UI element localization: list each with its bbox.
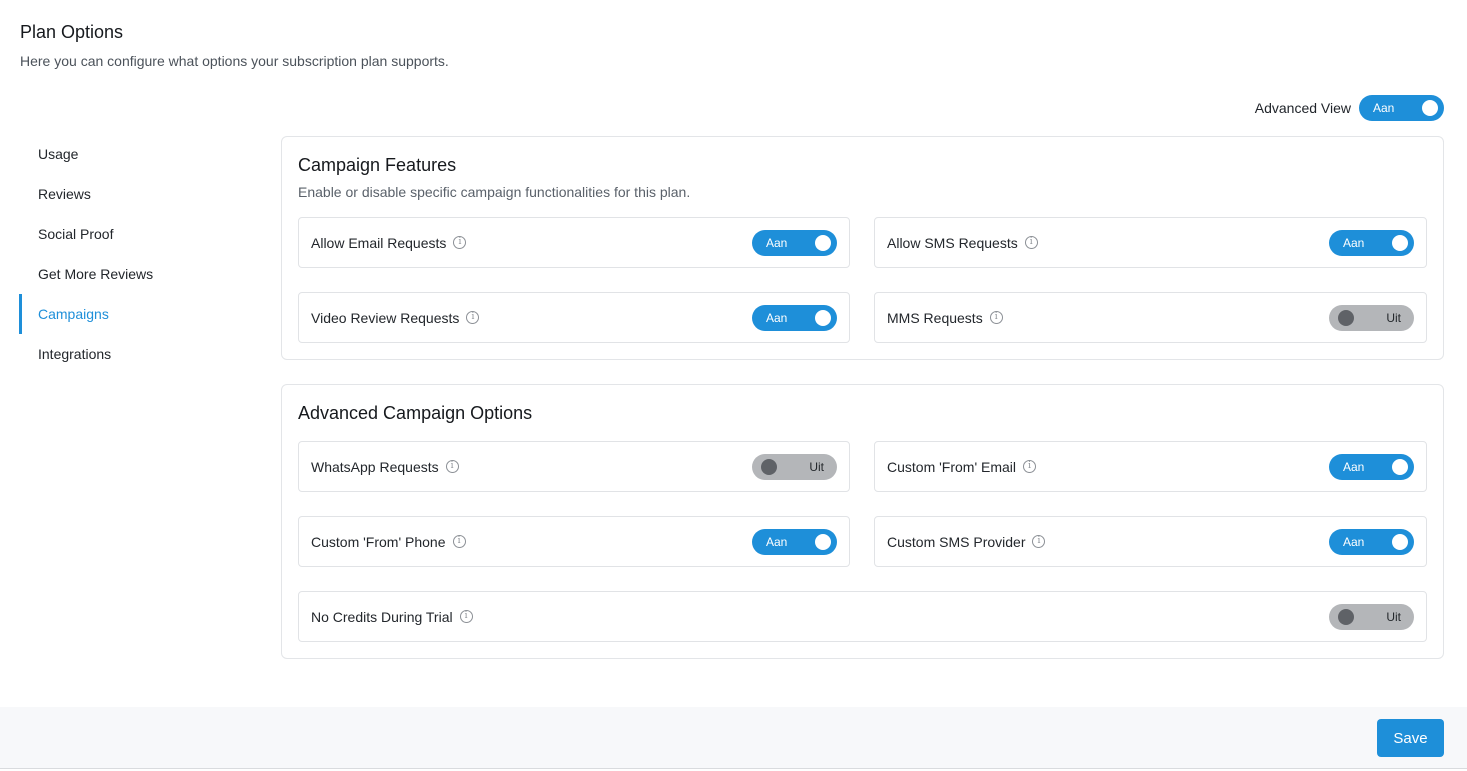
option-label: Allow SMS Requests xyxy=(887,234,1018,251)
option-label: No Credits During Trial xyxy=(311,608,453,625)
option-label: Custom 'From' Email xyxy=(887,458,1017,475)
info-icon[interactable]: i xyxy=(1023,460,1037,473)
custom-from-phone-toggle[interactable]: Aan xyxy=(752,528,837,555)
option-allow-sms-requests: Allow SMS Requests i Aan xyxy=(874,217,1427,268)
toggle-state-label: Uit xyxy=(809,459,824,474)
option-custom-from-phone: Custom 'From' Phone i Aan xyxy=(298,516,850,567)
custom-from-email-toggle[interactable]: Aan xyxy=(1329,453,1414,480)
option-no-credits-during-trial: No Credits During Trial i Uit xyxy=(298,591,1427,642)
toggle-state-label: Aan xyxy=(766,235,788,250)
info-icon[interactable]: i xyxy=(445,460,459,473)
option-custom-from-email: Custom 'From' Email i Aan xyxy=(874,441,1427,492)
page-subtitle: Here you can configure what options your… xyxy=(20,53,449,69)
advanced-view-label: Advanced View xyxy=(1254,100,1351,116)
toggle-knob xyxy=(761,458,777,475)
custom-sms-provider-toggle[interactable]: Aan xyxy=(1329,528,1414,555)
advanced-view-control: Advanced View Aan xyxy=(1255,95,1444,121)
page-title: Plan Options xyxy=(20,22,124,42)
info-icon[interactable]: i xyxy=(1032,535,1046,548)
toggle-state-label: Aan xyxy=(1373,101,1395,115)
sidebar-item-get-more-reviews[interactable]: Get More Reviews xyxy=(19,254,240,294)
sidebar-item-social-proof[interactable]: Social Proof xyxy=(19,214,240,254)
info-icon[interactable]: i xyxy=(989,311,1003,324)
toggle-knob xyxy=(1392,234,1408,251)
toggle-state-label: Aan xyxy=(1343,459,1365,474)
toggle-knob xyxy=(815,533,831,550)
option-label: MMS Requests xyxy=(887,309,983,326)
campaign-features-card: Campaign Features Enable or disable spec… xyxy=(281,136,1444,360)
advanced-view-toggle[interactable]: Aan xyxy=(1359,95,1444,121)
info-icon[interactable]: i xyxy=(452,535,466,548)
sidebar-nav: Usage Reviews Social Proof Get More Revi… xyxy=(19,134,240,374)
info-icon[interactable]: i xyxy=(459,610,473,623)
sidebar-item-usage[interactable]: Usage xyxy=(19,134,240,174)
option-video-review-requests: Video Review Requests i Aan xyxy=(298,292,850,343)
mms-requests-toggle[interactable]: Uit xyxy=(1329,304,1414,331)
whatsapp-requests-toggle[interactable]: Uit xyxy=(752,453,837,480)
toggle-state-label: Aan xyxy=(1343,235,1365,250)
allow-email-requests-toggle[interactable]: Aan xyxy=(752,229,837,256)
toggle-state-label: Aan xyxy=(766,534,788,549)
option-label: WhatsApp Requests xyxy=(311,458,439,475)
option-label: Video Review Requests xyxy=(311,309,460,326)
option-mms-requests: MMS Requests i Uit xyxy=(874,292,1427,343)
card-title: Advanced Campaign Options xyxy=(298,403,533,423)
advanced-campaign-options-card: Advanced Campaign Options WhatsApp Reque… xyxy=(281,384,1444,659)
toggle-knob xyxy=(815,234,831,251)
toggle-knob xyxy=(1338,608,1354,625)
save-button[interactable]: Save xyxy=(1377,719,1444,757)
option-allow-email-requests: Allow Email Requests i Aan xyxy=(298,217,850,268)
toggle-knob xyxy=(1392,458,1408,475)
sidebar-item-reviews[interactable]: Reviews xyxy=(19,174,240,214)
option-whatsapp-requests: WhatsApp Requests i Uit xyxy=(298,441,850,492)
toggle-knob xyxy=(815,309,831,326)
plan-options-page: Plan Options Here you can configure what… xyxy=(0,0,1467,771)
option-label: Custom SMS Provider xyxy=(887,533,1026,550)
option-label: Allow Email Requests xyxy=(311,234,447,251)
allow-sms-requests-toggle[interactable]: Aan xyxy=(1329,229,1414,256)
toggle-knob xyxy=(1338,309,1354,326)
info-icon[interactable]: i xyxy=(466,311,480,324)
toggle-state-label: Aan xyxy=(1343,534,1365,549)
card-description: Enable or disable specific campaign func… xyxy=(298,184,691,200)
option-label: Custom 'From' Phone xyxy=(311,533,446,550)
toggle-knob xyxy=(1392,533,1408,550)
sidebar-item-integrations[interactable]: Integrations xyxy=(19,334,240,374)
card-title: Campaign Features xyxy=(298,155,457,175)
toggle-state-label: Uit xyxy=(1386,310,1401,325)
video-review-requests-toggle[interactable]: Aan xyxy=(752,304,837,331)
toggle-state-label: Uit xyxy=(1386,609,1401,624)
toggle-knob xyxy=(1422,100,1438,116)
toggle-state-label: Aan xyxy=(766,310,788,325)
info-icon[interactable]: i xyxy=(1024,236,1038,249)
sidebar-item-campaigns[interactable]: Campaigns xyxy=(19,294,240,334)
footer-bar: Save xyxy=(0,707,1467,769)
info-icon[interactable]: i xyxy=(453,236,467,249)
no-credits-during-trial-toggle[interactable]: Uit xyxy=(1329,603,1414,630)
option-custom-sms-provider: Custom SMS Provider i Aan xyxy=(874,516,1427,567)
